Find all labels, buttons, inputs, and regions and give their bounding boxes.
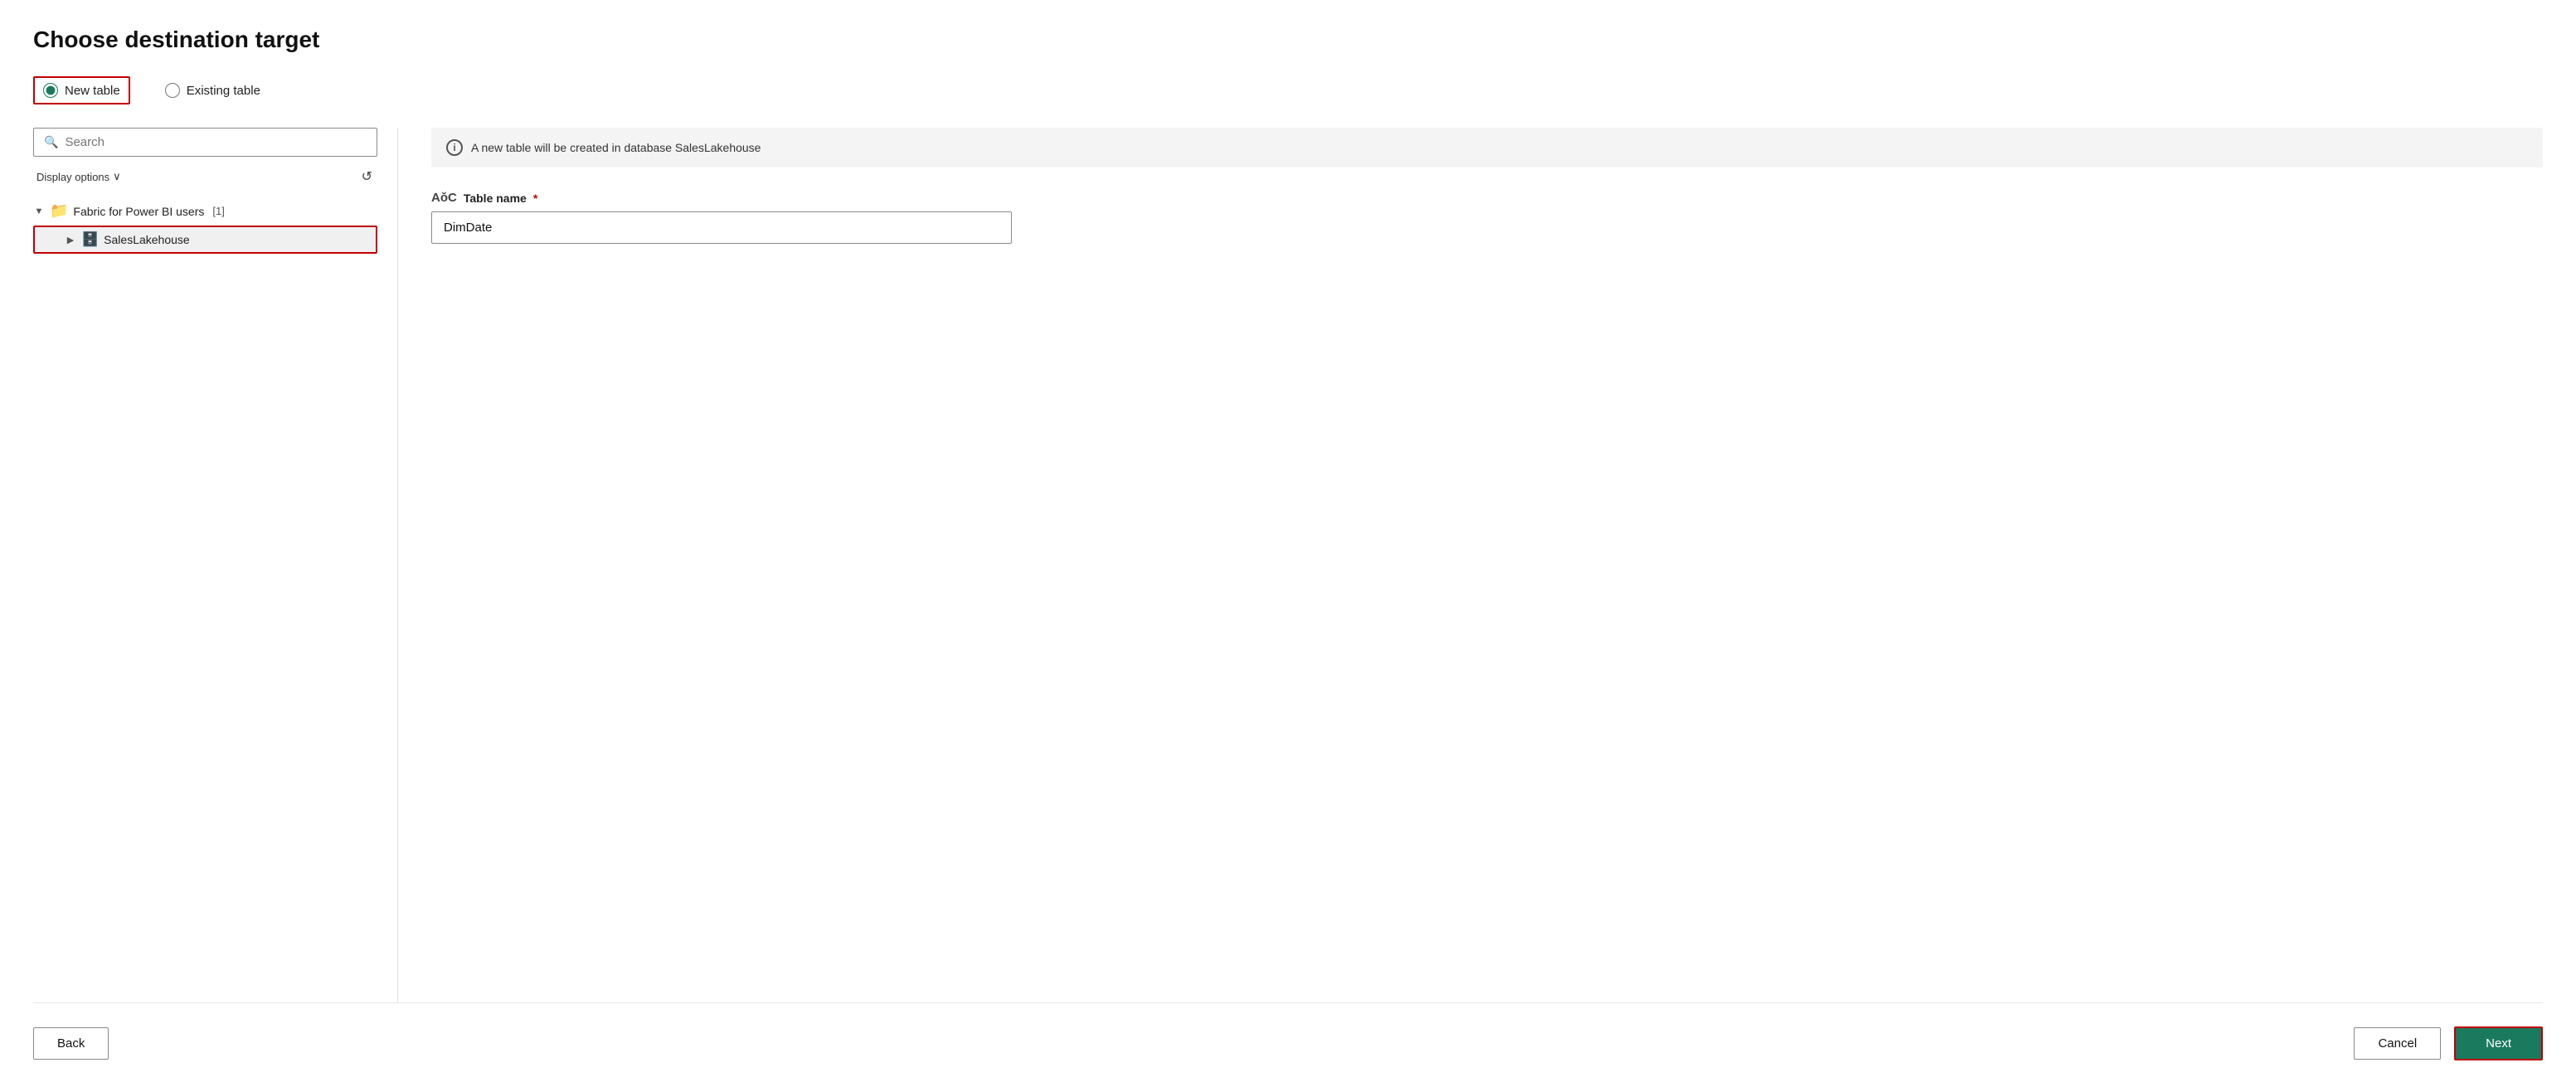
tree-area: ▼ 📁 Fabric for Power BI users [1] ▶ 🗄️ S… xyxy=(33,198,377,1002)
next-button[interactable]: Next xyxy=(2454,1026,2543,1060)
tree-scroll[interactable]: ▼ 📁 Fabric for Power BI users [1] ▶ 🗄️ S… xyxy=(33,198,377,1002)
page-title: Choose destination target xyxy=(33,27,2543,53)
search-icon: 🔍 xyxy=(44,135,58,149)
chevron-down-icon: ∨ xyxy=(113,170,121,183)
new-table-radio-label[interactable]: New table xyxy=(33,76,130,104)
workspace-badge: [1] xyxy=(212,205,224,217)
footer: Back Cancel Next xyxy=(33,1002,2543,1060)
new-table-label: New table xyxy=(65,84,120,98)
back-button[interactable]: Back xyxy=(33,1027,109,1060)
table-name-label: Table name xyxy=(464,192,527,205)
refresh-icon: ↺ xyxy=(362,170,372,184)
info-icon: i xyxy=(446,139,463,156)
tree-workspace-item[interactable]: ▼ 📁 Fabric for Power BI users [1] xyxy=(33,198,377,224)
table-name-input[interactable] xyxy=(431,211,1012,244)
display-options-row: Display options ∨ ↺ xyxy=(33,167,377,187)
refresh-button[interactable]: ↺ xyxy=(357,167,377,187)
workspace-collapse-arrow: ▼ xyxy=(33,206,45,216)
new-table-radio[interactable] xyxy=(43,83,58,98)
existing-table-label: Existing table xyxy=(187,84,260,98)
info-message: A new table will be created in database … xyxy=(471,141,761,154)
existing-table-radio[interactable] xyxy=(165,83,180,98)
info-banner: i A new table will be created in databas… xyxy=(431,128,2543,167)
required-indicator: * xyxy=(533,192,537,205)
cancel-button[interactable]: Cancel xyxy=(2354,1027,2441,1060)
workspace-folder-icon: 📁 xyxy=(50,202,68,220)
existing-table-radio-label[interactable]: Existing table xyxy=(157,78,269,103)
lakehouse-expand-arrow: ▶ xyxy=(65,235,76,245)
footer-right: Cancel Next xyxy=(2354,1026,2543,1060)
left-panel: 🔍 Display options ∨ ↺ ▼ 📁 Fabric for Pow… xyxy=(33,128,398,1002)
table-name-field-label: AǒC Table name * xyxy=(431,191,2543,205)
destination-type-group: New table Existing table xyxy=(33,76,2543,104)
workspace-name: Fabric for Power BI users xyxy=(73,205,204,218)
display-options-label: Display options xyxy=(36,171,109,183)
search-box: 🔍 xyxy=(33,128,377,157)
search-input[interactable] xyxy=(65,135,367,149)
lakehouse-db-icon: 🗄️ xyxy=(81,231,99,248)
table-name-field-icon: AǒC xyxy=(431,191,457,205)
display-options-button[interactable]: Display options ∨ xyxy=(33,168,124,185)
lakehouse-name: SalesLakehouse xyxy=(104,233,190,246)
main-content: 🔍 Display options ∨ ↺ ▼ 📁 Fabric for Pow… xyxy=(33,128,2543,1002)
right-panel: i A new table will be created in databas… xyxy=(398,128,2543,1002)
tree-lakehouse-item[interactable]: ▶ 🗄️ SalesLakehouse xyxy=(33,226,377,254)
